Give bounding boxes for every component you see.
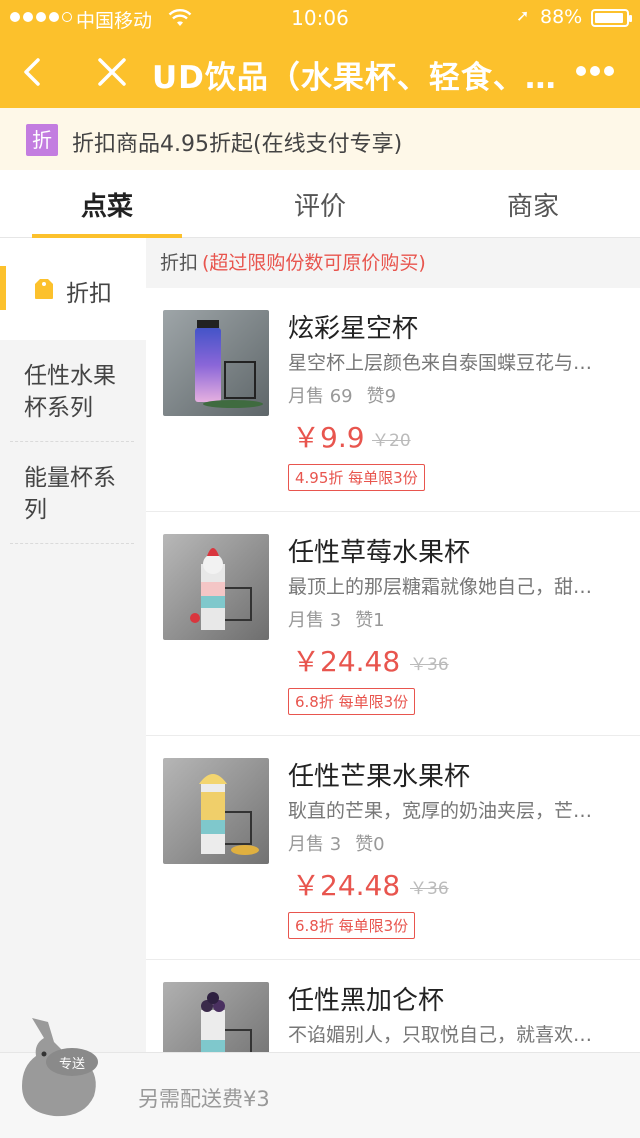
kangaroo-mascot-icon[interactable]: 专送 bbox=[14, 1016, 106, 1120]
product-name: 炫彩星空杯 bbox=[288, 314, 419, 344]
like-count: 赞1 bbox=[355, 610, 385, 631]
active-indicator bbox=[0, 266, 6, 310]
more-options-icon[interactable] bbox=[576, 66, 614, 76]
promo-text: 折扣商品4.95折起(在线支付专享) bbox=[72, 132, 403, 157]
product-image bbox=[163, 310, 269, 416]
product-stats: 月售 3 赞1 bbox=[288, 606, 385, 632]
product-price: ￥24.48 bbox=[292, 869, 401, 902]
status-bar: 中国移动 10:06 ➚ 88% bbox=[0, 0, 640, 36]
sidebar-item-label: 能量杯系列 bbox=[24, 465, 116, 523]
sidebar-item-fruit-cup[interactable]: 任性水果杯系列 bbox=[0, 340, 146, 442]
product-item[interactable]: 任性草莓水果杯 最顶上的那层糖霜就像她自己，甜… 月售 3 赞1 ￥24.48 ￥… bbox=[146, 512, 640, 736]
nav-bar: UD饮品（水果杯、轻食、… bbox=[0, 36, 640, 108]
tag-icon bbox=[35, 279, 53, 299]
original-price: ￥20 bbox=[372, 431, 411, 451]
tab-merchant[interactable]: 商家 bbox=[458, 186, 608, 223]
product-description: 不谄媚别人，只取悦自己，就喜欢… bbox=[288, 1024, 593, 1046]
discount-tag: 4.95折 每单限3份 bbox=[288, 464, 425, 491]
battery-icon bbox=[591, 9, 632, 27]
location-arrow-icon: ➚ bbox=[516, 6, 530, 25]
back-arrow-icon[interactable] bbox=[14, 50, 54, 94]
product-price: ￥9.9 bbox=[292, 421, 365, 454]
product-description: 星空杯上层颜色来自泰国蝶豆花与… bbox=[288, 352, 593, 374]
product-stats: 月售 69 赞9 bbox=[288, 382, 396, 408]
discount-badge: 折 bbox=[26, 124, 58, 156]
like-count: 赞9 bbox=[366, 386, 397, 407]
product-description: 最顶上的那层糖霜就像她自己，甜… bbox=[288, 576, 593, 598]
like-count: 赞0 bbox=[355, 834, 385, 855]
close-icon[interactable] bbox=[92, 52, 132, 92]
discount-tag: 6.8折 每单限3份 bbox=[288, 912, 416, 939]
discount-tag: 6.8折 每单限3份 bbox=[288, 688, 416, 715]
product-name: 任性芒果水果杯 bbox=[288, 762, 471, 792]
mascot-label: 专送 bbox=[59, 1057, 85, 1072]
sidebar-item-label: 任性水果杯系列 bbox=[24, 363, 116, 421]
delivery-fee: 另需配送费¥3 bbox=[138, 1087, 270, 1111]
product-list: 折扣 (超过限购份数可原价购买) 炫彩星空杯 星空杯上层颜色来自泰国蝶豆花与… 月… bbox=[146, 238, 640, 1138]
divider bbox=[10, 543, 134, 544]
original-price: ￥36 bbox=[410, 655, 449, 675]
page-title: UD饮品（水果杯、轻食、… bbox=[152, 60, 557, 96]
tab-reviews[interactable]: 评价 bbox=[245, 186, 395, 223]
product-item[interactable]: 炫彩星空杯 星空杯上层颜色来自泰国蝶豆花与… 月售 69 赞9 ￥9.9 ￥20 … bbox=[146, 288, 640, 512]
section-note: (超过限购份数可原价购买) bbox=[202, 252, 426, 274]
product-description: 耿直的芒果，宽厚的奶油夹层，芒… bbox=[288, 800, 593, 822]
product-name: 任性黑加仑杯 bbox=[288, 986, 445, 1016]
monthly-sales: 月售 69 bbox=[288, 386, 353, 407]
sidebar-item-label: 折扣 bbox=[66, 281, 112, 307]
battery-percent: 88% bbox=[540, 6, 583, 28]
product-name: 任性草莓水果杯 bbox=[288, 538, 471, 568]
tab-bar: 点菜 评价 商家 bbox=[0, 170, 640, 238]
monthly-sales: 月售 3 bbox=[288, 834, 342, 855]
monthly-sales: 月售 3 bbox=[288, 610, 342, 631]
product-stats: 月售 3 赞0 bbox=[288, 830, 385, 856]
sidebar-item-energy-cup[interactable]: 能量杯系列 bbox=[0, 442, 146, 544]
category-sidebar: 折扣 任性水果杯系列 能量杯系列 bbox=[0, 238, 146, 1138]
product-price: ￥24.48 bbox=[292, 645, 401, 678]
section-title: 折扣 bbox=[160, 252, 199, 274]
product-image bbox=[163, 534, 269, 640]
product-image bbox=[163, 758, 269, 864]
promo-banner: 折 折扣商品4.95折起(在线支付专享) bbox=[0, 108, 640, 170]
sidebar-item-discount[interactable]: 折扣 bbox=[0, 238, 146, 340]
product-item[interactable]: 任性芒果水果杯 耿直的芒果，宽厚的奶油夹层，芒… 月售 3 赞0 ￥24.48 ￥… bbox=[146, 736, 640, 960]
original-price: ￥36 bbox=[410, 879, 449, 899]
section-header: 折扣 (超过限购份数可原价购买) bbox=[146, 238, 640, 288]
tab-order[interactable]: 点菜 bbox=[32, 186, 182, 223]
